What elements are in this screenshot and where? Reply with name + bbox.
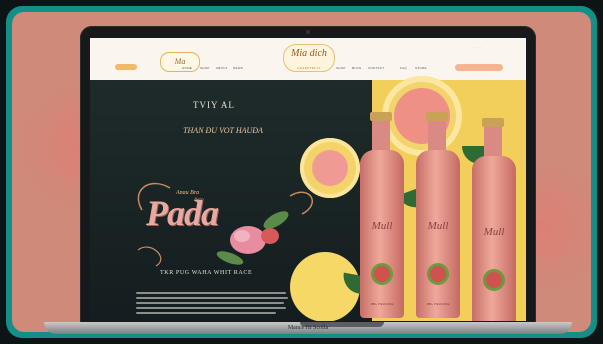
laptop-base-label: Mance Hi Scolla: [287, 325, 329, 331]
bottle-neck: [372, 118, 390, 154]
grapefruit-emblem: [430, 266, 446, 282]
paragraph-line: [136, 297, 288, 299]
laptop: Ma HOME SHOP ABOUT NEWS Mia dich GRAPEFR…: [80, 26, 536, 326]
bottle-foot-text: JBIL PECNINE: [426, 302, 450, 306]
paragraph-line: [136, 312, 276, 314]
logo-main[interactable]: Mia dich GRAPEFRUIT: [283, 44, 335, 72]
bottle-cap: [426, 112, 448, 121]
grapefruit-emblem: [486, 272, 502, 288]
logo-main-text: Mia dich: [291, 48, 327, 59]
paragraph-line: [136, 307, 286, 309]
bottle-label: Mull: [427, 220, 449, 232]
bottle-foot-text: JBIL PECNINE: [370, 302, 394, 306]
laptop-base: Mance Hi Scolla: [44, 322, 572, 334]
nav-item-9[interactable]: STORE: [415, 66, 427, 70]
top-links[interactable]: · · · · · ·: [474, 46, 482, 49]
nav-item-4[interactable]: NEWS: [233, 66, 243, 70]
nav-item-6[interactable]: BLOG: [352, 66, 362, 70]
nav-item-8[interactable]: FAQ: [400, 66, 407, 70]
bottle-cap: [370, 112, 392, 121]
paragraph-line: [136, 292, 286, 294]
webcam-icon: [306, 30, 310, 34]
grapefruit-emblem: [374, 266, 390, 282]
bottle-body: Mull JBIL PECNINE: [360, 150, 404, 318]
nav-item-5[interactable]: SHOP: [336, 66, 346, 70]
nav-item-3[interactable]: ABOUT: [216, 66, 228, 70]
nav-item-7[interactable]: CONTACT: [368, 66, 384, 70]
bottle-body: Mull: [472, 156, 516, 321]
menu-pill[interactable]: [115, 64, 137, 70]
logo-main-tagline: GRAPEFRUIT: [297, 66, 321, 70]
nav-item-1[interactable]: HOME: [182, 66, 192, 70]
site-header: Ma HOME SHOP ABOUT NEWS Mia dich GRAPEFR…: [90, 38, 526, 80]
bottle-label: Mull: [371, 220, 393, 232]
bottle-cap: [482, 118, 504, 127]
bottle-label: Mull: [483, 226, 505, 238]
bottle-neck: [484, 124, 502, 160]
paragraph-line: [136, 302, 284, 304]
bottle-neck: [428, 118, 446, 154]
hero-caption: TKR PUG WAHA WHIT RACE: [160, 270, 253, 276]
nav-item-2[interactable]: SHOP: [200, 66, 210, 70]
grapefruit-flesh: [312, 150, 348, 186]
hero-script-logo: Pada: [146, 193, 219, 233]
logo-small[interactable]: Ma: [160, 52, 200, 72]
cta-button[interactable]: [455, 64, 503, 71]
laptop-screen: Ma HOME SHOP ABOUT NEWS Mia dich GRAPEFR…: [90, 38, 526, 321]
bottle-body: Mull JBIL PECNINE: [416, 150, 460, 318]
